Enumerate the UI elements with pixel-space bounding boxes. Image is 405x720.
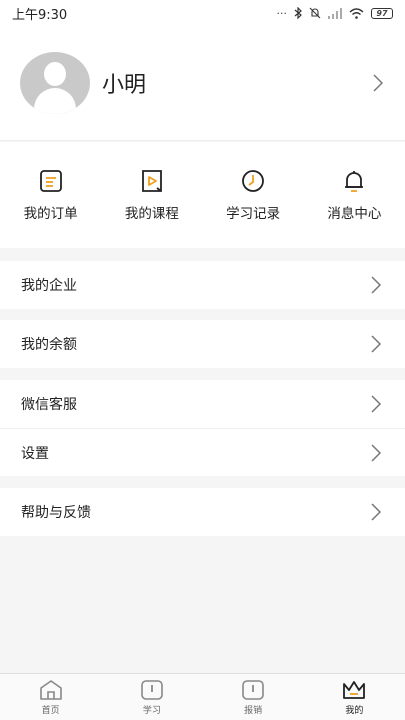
menu-item-help-feedback[interactable]: 帮助与反馈 xyxy=(0,488,405,536)
wifi-icon xyxy=(349,7,364,19)
bluetooth-icon xyxy=(294,7,302,19)
menu-item-label: 我的企业 xyxy=(21,278,77,294)
study-record-icon xyxy=(242,170,265,192)
shortcut-message-center[interactable]: 消息中心 xyxy=(304,168,404,222)
tab-label: 首页 xyxy=(41,705,60,716)
profile-name: 小明 xyxy=(102,73,147,98)
chevron-right-icon xyxy=(371,443,382,462)
signal-icon xyxy=(328,7,342,19)
menu-item-label: 帮助与反馈 xyxy=(21,505,91,521)
status-time: 上午9:30 xyxy=(12,7,68,23)
tab-label: 学习 xyxy=(142,705,161,716)
chevron-right-icon xyxy=(371,503,382,521)
menu-section-balance: 我的余额 xyxy=(0,320,405,368)
shortcut-label: 我的订单 xyxy=(23,206,78,222)
shortcut-my-courses[interactable]: 我的课程 xyxy=(102,168,202,222)
bell-icon xyxy=(345,171,364,192)
shortcut-study-record[interactable]: 学习记录 xyxy=(203,168,303,222)
study-icon xyxy=(141,679,163,700)
menu-item-enterprise[interactable]: 我的企业 xyxy=(0,261,405,309)
tab-mine[interactable]: 我的 xyxy=(304,674,405,720)
menu-section-enterprise: 我的企业 xyxy=(0,261,405,309)
menu-section-service: 微信客服 设置 xyxy=(0,380,405,476)
status-bar: 上午9:30 ··· 97 xyxy=(0,0,405,26)
chevron-right-icon xyxy=(373,74,384,92)
menu-item-settings[interactable]: 设置 xyxy=(0,428,405,476)
menu-item-label: 我的余额 xyxy=(21,337,77,353)
bottom-tab-bar: 首页 学习 报销 我的 xyxy=(0,673,405,720)
shortcut-grid: 我的订单 我的课程 学习记录 消息中心 xyxy=(0,142,405,248)
chevron-right-icon xyxy=(371,395,382,413)
course-icon xyxy=(141,170,162,192)
battery-indicator: 97 xyxy=(371,7,393,19)
reimburse-icon xyxy=(242,679,264,700)
shortcut-label: 我的课程 xyxy=(124,206,179,222)
menu-section-help: 帮助与反馈 xyxy=(0,488,405,536)
menu-item-label: 微信客服 xyxy=(21,397,77,413)
home-icon xyxy=(39,679,62,700)
tab-reimburse[interactable]: 报销 xyxy=(203,674,304,720)
chevron-right-icon xyxy=(371,276,382,294)
more-dots-icon: ··· xyxy=(276,6,288,20)
order-icon xyxy=(39,170,62,192)
tab-home[interactable]: 首页 xyxy=(0,674,101,720)
avatar-head xyxy=(44,62,66,86)
menu-item-label: 设置 xyxy=(21,445,49,462)
shortcut-label: 学习记录 xyxy=(226,206,281,222)
status-icons: ··· 97 xyxy=(276,6,393,20)
menu-item-wechat-service[interactable]: 微信客服 xyxy=(0,380,405,428)
menu-item-balance[interactable]: 我的余额 xyxy=(0,320,405,368)
shortcut-my-orders[interactable]: 我的订单 xyxy=(1,168,101,222)
shortcut-label: 消息中心 xyxy=(327,206,382,222)
tab-label: 报销 xyxy=(244,705,263,716)
mute-bell-icon xyxy=(309,7,321,19)
tab-label: 我的 xyxy=(345,705,364,716)
avatar[interactable] xyxy=(20,52,90,114)
tab-study[interactable]: 学习 xyxy=(101,674,202,720)
profile-header[interactable]: 小明 xyxy=(0,26,405,141)
crown-icon xyxy=(343,680,366,699)
avatar-body xyxy=(34,88,76,114)
chevron-right-icon xyxy=(371,335,382,353)
